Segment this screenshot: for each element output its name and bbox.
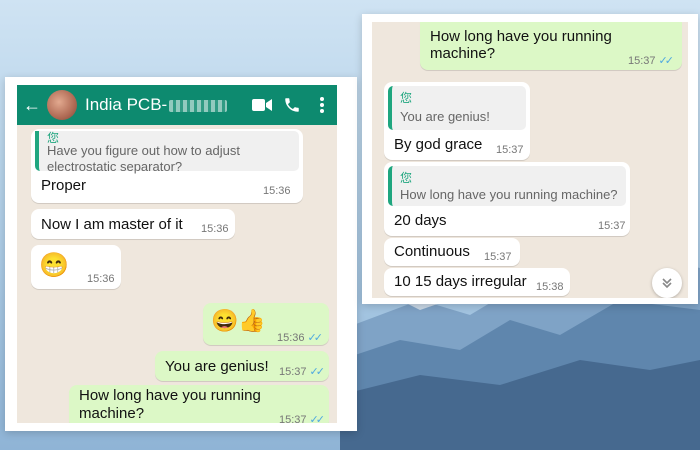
chat-header: ← India PCB- [17,85,337,125]
message-text-line1: How long have you running [430,28,612,45]
quote-text-line1: Have you figure out how to adjust [47,143,240,158]
message-text-line1: How long have you running [79,387,261,404]
left-screenshot-card: ← India PCB- 您 Have you figure out how t… [5,77,357,431]
quoted-message[interactable]: 您 How long have you running machine? [388,166,626,206]
quoted-message[interactable]: 您 You are genius! [388,86,526,130]
right-screenshot-card: How long have you running machine? 15:37… [362,14,698,304]
outgoing-message[interactable]: You are genius! 15:37 ✓✓ [155,351,329,381]
message-text: Continuous [394,243,470,260]
quote-text-line2: electrostatic separator? [47,159,183,174]
phone-icon[interactable] [277,96,307,114]
message-text: By god grace [394,136,483,153]
incoming-message[interactable]: 10 15 days irregular 15:38 [384,268,570,296]
incoming-message[interactable]: Now I am master of it 15:36 [31,209,235,239]
double-check-icon: ✓✓ [307,332,324,344]
quoted-message[interactable]: 您 Have you figure out how to adjust elec… [35,131,299,174]
message-time: 15:36 [201,223,229,235]
message-emoji: 😄👍 [211,308,266,333]
quote-sender: 您 [400,91,413,105]
outgoing-message[interactable]: How long have you running machine? 15:37… [69,385,329,423]
incoming-message[interactable]: 您 You are genius! By god grace 15:37 [384,82,530,160]
quote-text: You are genius! [400,109,490,124]
message-time: 15:36 ✓✓ [277,332,324,344]
incoming-message[interactable]: 您 Have you figure out how to adjust elec… [31,129,303,203]
message-time: 15:37 ✓✓ [628,55,675,67]
message-time: 15:37 [484,251,512,263]
arrow-back-icon[interactable]: ← [23,96,45,114]
message-text-line2: machine? [79,405,145,422]
message-time: 15:37 [598,220,626,232]
message-text: 10 15 days irregular [394,273,527,290]
message-text: Now I am master of it [41,216,183,233]
message-text: You are genius! [165,358,269,375]
message-text-line2: machine? [430,45,496,62]
message-time: 15:38 [536,281,564,293]
message-time: 15:37 ✓✓ [279,413,326,423]
video-call-icon[interactable] [247,98,277,112]
outgoing-message[interactable]: How long have you running machine? 15:37… [420,22,682,70]
double-chevron-down-icon[interactable] [652,268,682,298]
quote-text: How long have you running machine? [400,187,618,202]
message-text: 20 days [394,212,447,229]
quote-sender: 您 [400,171,413,185]
message-time: 15:36 [263,185,291,197]
incoming-message[interactable]: 您 How long have you running machine? 20 … [384,162,630,236]
message-time: 15:36 [87,273,115,285]
incoming-message[interactable]: 😁 15:36 [31,245,121,289]
right-chat-window: How long have you running machine? 15:37… [372,22,688,298]
message-time: 15:37 [496,144,524,156]
message-emoji: 😁 [39,252,69,279]
incoming-message[interactable]: Continuous 15:37 [384,238,520,266]
double-check-icon: ✓✓ [309,366,326,378]
outgoing-message[interactable]: 😄👍 15:36 ✓✓ [203,303,329,345]
message-time: 15:37 ✓✓ [279,366,326,378]
more-vertical-icon[interactable] [307,96,337,114]
left-chat-window: ← India PCB- 您 Have you figure out how t… [17,85,337,423]
double-check-icon: ✓✓ [658,55,675,67]
contact-name[interactable]: India PCB- [85,95,228,115]
avatar[interactable] [47,90,77,120]
message-text: Proper [41,177,87,194]
redacted-number [169,99,228,112]
double-check-icon: ✓✓ [309,414,326,423]
